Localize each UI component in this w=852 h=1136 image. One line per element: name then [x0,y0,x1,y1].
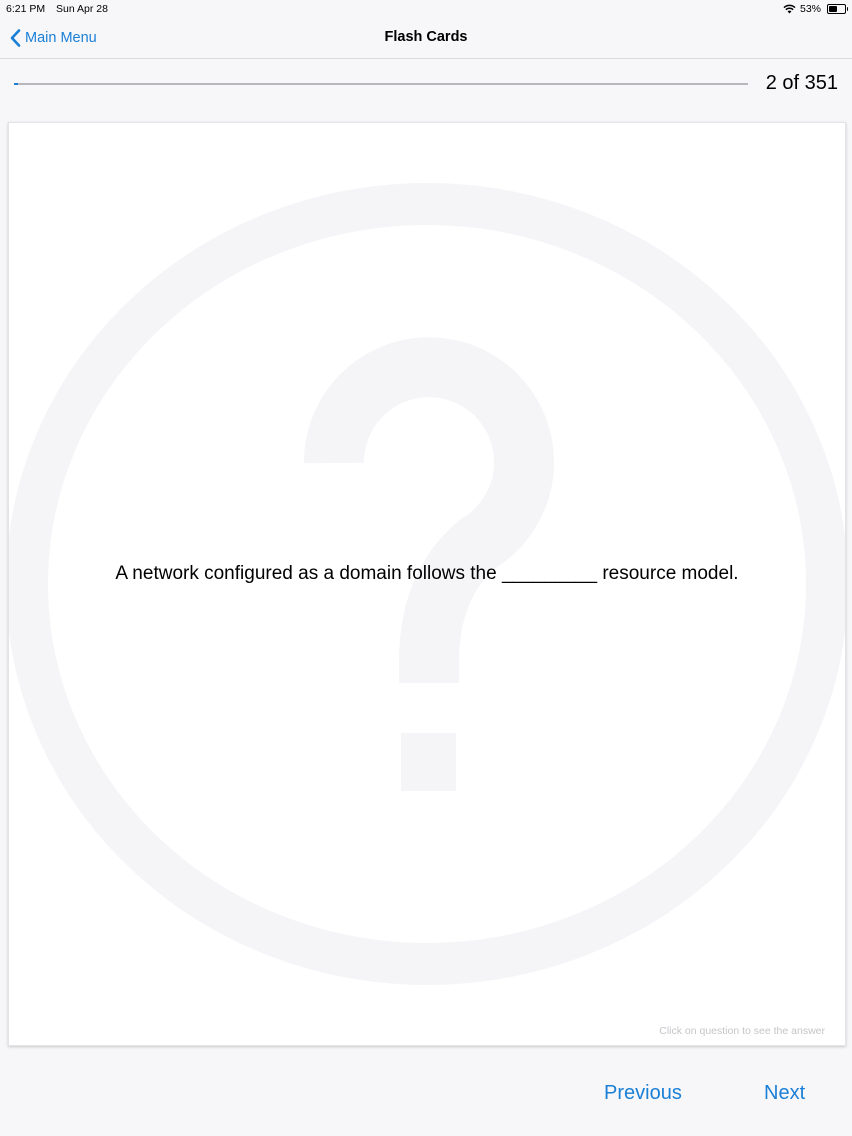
status-time: 6:21 PM [6,3,46,15]
progress-row: 2 of 351 [0,70,852,98]
page-title: Flash Cards [384,29,468,45]
question-text: A network configured as a domain follows… [115,563,739,584]
flash-card[interactable]: A network configured as a domain follows… [8,122,846,1046]
status-left: 6:21 PM Sun Apr 28 [6,3,108,15]
status-date: Sun Apr 28 [56,3,108,15]
next-button[interactable]: Next [764,1082,805,1105]
wifi-icon [783,4,796,14]
battery-percent: 53% [799,3,821,15]
progress-bar [14,83,748,85]
battery-icon [827,4,848,14]
hint-text: Click on question to see the answer [659,1025,825,1037]
progress-label: 2 of 351 [765,72,838,94]
battery-fill [829,6,837,12]
previous-button[interactable]: Previous [604,1082,682,1105]
progress-fill [14,83,18,85]
navigation-bar: Main Menu Flash Cards [0,18,852,59]
status-bar: 6:21 PM Sun Apr 28 53% [0,0,852,18]
status-right: 53% [783,3,848,15]
